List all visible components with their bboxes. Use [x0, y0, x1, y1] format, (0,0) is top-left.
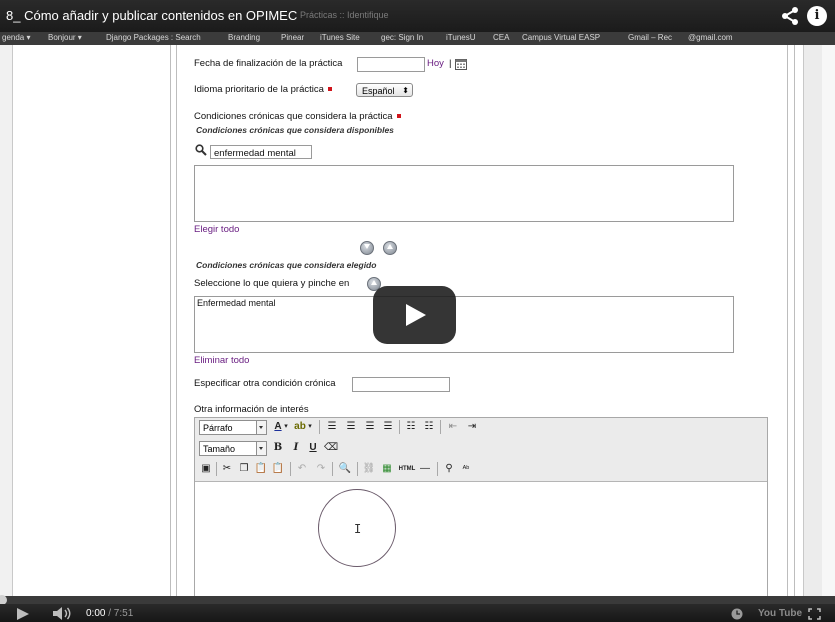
dropdown-arrow-icon[interactable]: ▾	[307, 420, 313, 434]
fullscreen-icon[interactable]	[808, 608, 821, 620]
copy-icon[interactable]: ❐	[237, 462, 251, 476]
content-border-right	[794, 45, 795, 596]
volume-icon[interactable]	[52, 607, 72, 620]
numbered-list-icon[interactable]: ☷	[422, 420, 436, 434]
chosen-item[interactable]: Enfermedad mental	[197, 298, 276, 308]
calendar-icon[interactable]	[455, 58, 467, 70]
available-heading: Condiciones crónicas que considera dispo…	[196, 125, 394, 135]
end-date-label: Fecha de finalización de la práctica	[194, 58, 343, 69]
select-arrows-icon: ⬍	[402, 86, 409, 95]
share-icon[interactable]	[781, 6, 801, 26]
required-marker	[396, 114, 401, 119]
other-info-label: Otra información de interés	[194, 404, 309, 415]
content-border-left-inner	[176, 45, 177, 596]
bookmarks-bar: genda ▾ Bonjour ▾ Django Packages : Sear…	[0, 32, 835, 45]
video-progress-bar[interactable]	[0, 595, 835, 605]
add-arrow-icon[interactable]	[360, 241, 374, 255]
play-button-overlay[interactable]	[373, 286, 456, 344]
player-controls: 0:00 / 7:51 You Tube	[0, 604, 835, 622]
bookmark-item[interactable]: Gmail – Rec	[628, 33, 672, 42]
outdent-icon[interactable]: ⇤	[446, 420, 460, 434]
bookmark-item[interactable]: Campus Virtual EASP	[522, 33, 600, 42]
find-replace-icon[interactable]: 🔍	[338, 462, 352, 476]
link-icon[interactable]: ⛓	[362, 462, 376, 476]
today-link[interactable]: Hoy	[427, 58, 444, 69]
play-icon[interactable]	[16, 608, 30, 620]
align-center-icon[interactable]: ☰	[344, 420, 358, 434]
select-all-icon[interactable]: ▣	[199, 462, 213, 476]
video-title-bar: Prácticas :: Identifique 8_ Cómo añadir …	[0, 0, 835, 32]
paste-word-icon[interactable]: 📋	[271, 462, 285, 476]
right-gutter	[803, 45, 823, 596]
youtube-logo[interactable]: You Tube	[758, 608, 802, 619]
time-display: 0:00 / 7:51	[86, 608, 133, 619]
available-list[interactable]	[194, 165, 734, 222]
dropdown-arrow-icon[interactable]: ▾	[283, 420, 289, 434]
editor-toolbar: Párrafo A ▾ ab ▾ ☰ ☰ ☰ ☰ ☷ ☷ ⇤ ⇥ Tamaño …	[195, 418, 767, 482]
chosen-list[interactable]: Enfermedad mental	[194, 296, 734, 353]
ghost-browser-title: Prácticas :: Identifique	[300, 10, 389, 20]
chosen-heading: Condiciones crónicas que considera elegi…	[196, 260, 377, 270]
justify-icon[interactable]: ☰	[381, 420, 395, 434]
content-border-left	[170, 45, 171, 596]
paste-icon[interactable]: 📋	[254, 462, 268, 476]
bold-button[interactable]: B	[271, 441, 285, 455]
bookmark-item[interactable]: gec: Sign In	[381, 33, 423, 42]
text-cursor-icon: I	[354, 522, 362, 536]
bullet-list-icon[interactable]: ☷	[404, 420, 418, 434]
italic-button[interactable]: I	[289, 441, 303, 455]
highlight-color-icon[interactable]: ab	[293, 420, 307, 434]
bookmark-item[interactable]: iTunesU	[446, 33, 476, 42]
bookmark-item[interactable]: CEA	[493, 33, 509, 42]
remove-all-link[interactable]: Eliminar todo	[194, 355, 249, 366]
search-icon	[195, 144, 207, 156]
image-icon[interactable]: ▦	[380, 462, 394, 476]
align-right-icon[interactable]: ☰	[363, 420, 377, 434]
select-hint: Seleccione lo que quiera y pinche en	[194, 278, 350, 289]
undo-icon[interactable]: ↶	[295, 462, 309, 476]
eraser-icon[interactable]: ⌫	[324, 441, 338, 455]
cut-icon[interactable]: ✂	[220, 462, 234, 476]
bookmark-item[interactable]: Django Packages : Search	[106, 33, 201, 42]
underline-button[interactable]: U	[306, 441, 320, 455]
bookmark-item[interactable]: Bonjour ▾	[48, 33, 82, 42]
content-border-right-inner	[787, 45, 788, 596]
choose-all-link[interactable]: Elegir todo	[194, 224, 239, 235]
remove-arrow-icon[interactable]	[383, 241, 397, 255]
bookmark-item[interactable]: iTunes Site	[320, 33, 360, 42]
language-select-value: Español	[362, 86, 395, 96]
watch-later-icon[interactable]	[731, 608, 743, 620]
other-condition-input[interactable]	[352, 377, 450, 392]
bookmark-item[interactable]: genda ▾	[2, 33, 30, 42]
current-time: 0:00	[86, 608, 106, 619]
horizontal-rule-icon[interactable]: —	[418, 462, 432, 476]
required-marker	[327, 87, 332, 92]
format-select[interactable]: Párrafo	[199, 420, 267, 435]
language-label: Idioma prioritario de la práctica	[194, 84, 332, 95]
left-panel	[0, 45, 13, 596]
date-separator: |	[449, 58, 452, 69]
redo-icon[interactable]: ↷	[314, 462, 328, 476]
info-icon[interactable]: i	[807, 6, 827, 26]
bookmark-item[interactable]: @gmail.com	[688, 33, 733, 42]
end-date-input[interactable]	[357, 57, 425, 72]
spellcheck-icon[interactable]: ᴬᵇ	[459, 462, 473, 476]
other-condition-label: Especificar otra condición crónica	[194, 378, 336, 389]
html-source-button[interactable]: HTML	[398, 462, 416, 476]
rich-text-editor[interactable]: Párrafo A ▾ ab ▾ ☰ ☰ ☰ ☰ ☷ ☷ ⇤ ⇥ Tamaño …	[194, 417, 768, 597]
duration: / 7:51	[108, 608, 134, 619]
conditions-label: Condiciones crónicas que considera la pr…	[194, 111, 401, 122]
video-title[interactable]: 8_ Cómo añadir y publicar contenidos en …	[6, 8, 297, 23]
binoculars-icon[interactable]: ⚲	[442, 462, 456, 476]
font-size-select[interactable]: Tamaño	[199, 441, 267, 456]
language-select[interactable]: Español ⬍	[356, 83, 413, 97]
bookmark-item[interactable]: Branding	[228, 33, 260, 42]
scrollbar-track[interactable]	[822, 45, 835, 596]
indent-icon[interactable]: ⇥	[465, 420, 479, 434]
conditions-search-input[interactable]: enfermedad mental	[210, 145, 312, 159]
align-left-icon[interactable]: ☰	[325, 420, 339, 434]
bookmark-item[interactable]: Pinear	[281, 33, 304, 42]
